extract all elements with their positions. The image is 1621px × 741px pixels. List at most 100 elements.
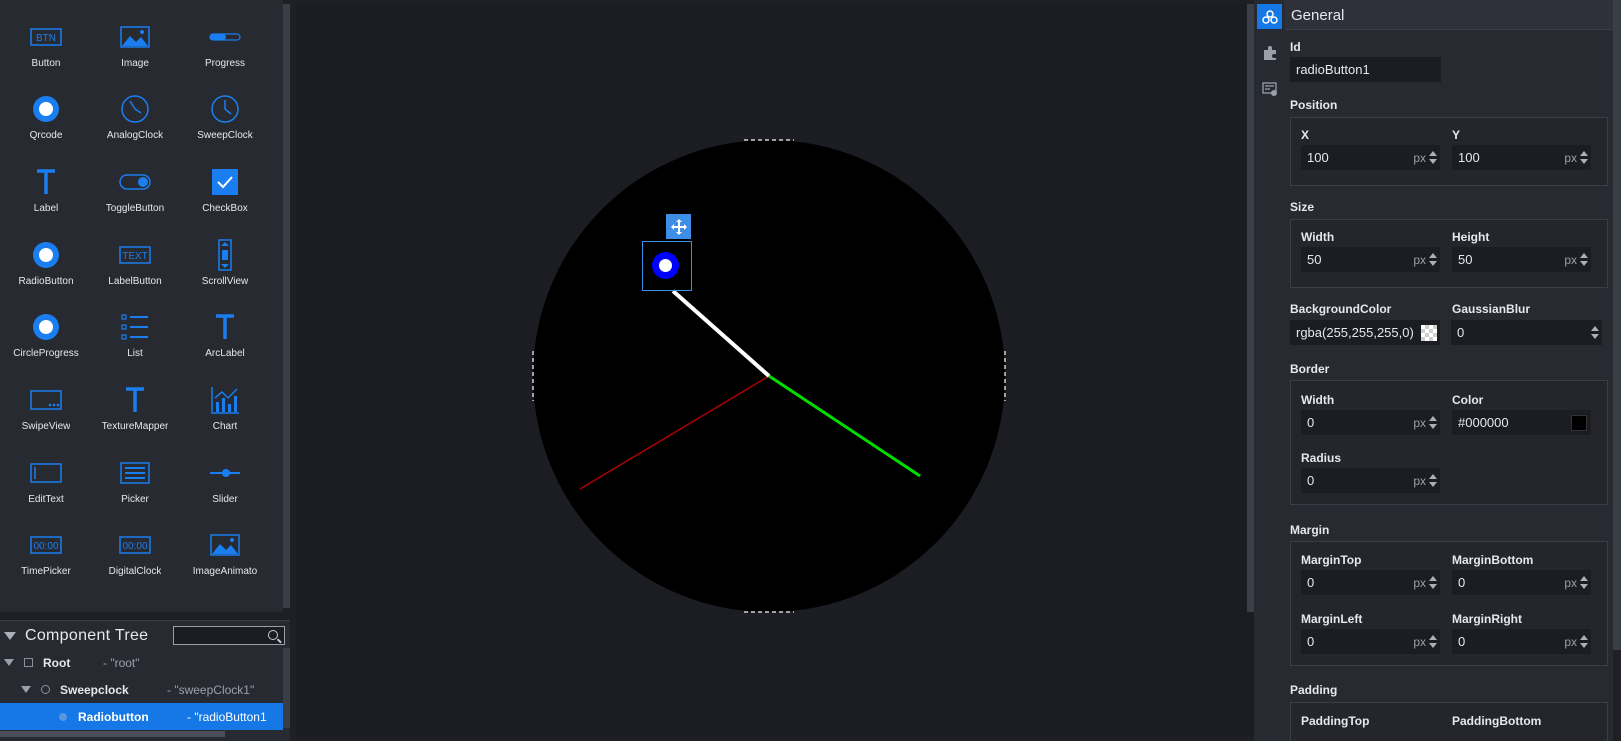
clock-node-icon [41,685,50,694]
palette-item-sweepclock[interactable]: SweepClock [179,72,271,147]
tree-node-root[interactable]: Root - "root" [0,649,283,676]
tab-general[interactable] [1257,4,1282,29]
search-icon[interactable] [268,630,278,640]
expand-caret-icon[interactable] [4,659,14,666]
px-unit: px [1564,151,1577,165]
palette-item-digitalclock[interactable]: 00:00 DigitalClock [89,508,181,583]
palette-grid: BTN Button Image Progress Qrcode AnalogC… [0,0,276,612]
palette-item-labelbutton[interactable]: TEXT LabelButton [89,218,181,293]
palette-item-edittext[interactable]: EditText [0,436,92,511]
palette-item-swipeview[interactable]: SwipeView [0,363,92,438]
palette-item-timepicker[interactable]: 00:00 TimePicker [0,508,92,583]
margin-right-spinner-icon[interactable] [1580,634,1588,649]
border-color-swatch[interactable] [1571,415,1587,431]
margin-top-label: MarginTop [1301,553,1362,567]
px-unit: px [1564,253,1577,267]
margin-bottom-input[interactable]: 0 px [1452,570,1591,595]
radius-label: Radius [1301,451,1342,465]
arc-label-icon [208,310,242,344]
margin-right-value: 0 [1458,634,1466,649]
tree-node-sweepclock[interactable]: Sweepclock - "sweepClock1" [0,676,283,703]
margin-top-spinner-icon[interactable] [1429,575,1437,590]
height-spinner-icon[interactable] [1580,252,1588,267]
height-input[interactable]: 50 px [1452,247,1591,272]
tree-vertical-scrollbar[interactable] [283,648,290,728]
tree-horizontal-scrollbar[interactable] [0,731,225,737]
label-button-icon: TEXT [118,238,152,272]
margin-bottom-label: MarginBottom [1452,553,1534,567]
palette-item-radiobutton[interactable]: RadioButton [0,218,92,293]
id-input[interactable]: radioButton1 [1290,57,1441,82]
palette-item-slider[interactable]: Slider [179,436,271,511]
tab-extensions[interactable] [1257,40,1282,65]
border-group: Width 0 px Color #000000 Radius 0 px [1290,380,1608,505]
y-input[interactable]: 100 px [1452,145,1591,170]
radio-node-icon [59,712,67,721]
px-unit: px [1413,151,1426,165]
palette-item-list[interactable]: List [89,290,181,365]
height-label: Height [1452,230,1490,244]
palette-item-scrollview[interactable]: ScrollView [179,218,271,293]
palette-item-texturemapper[interactable]: TextureMapper [89,363,181,438]
margin-label: Margin [1290,523,1330,537]
move-handle-icon[interactable] [666,214,691,239]
palette-item-label: Progress [204,58,245,69]
margin-left-input[interactable]: 0 px [1301,629,1440,654]
margin-bottom-spinner-icon[interactable] [1580,575,1588,590]
canvas-scrollbar[interactable] [1247,4,1254,612]
button-icon-glyph: BTN [36,33,56,44]
tree-node-radiobutton[interactable]: Radiobutton - "radioButton1 [0,703,283,730]
y-spinner-icon[interactable] [1580,150,1588,165]
properties-panel: General Id radioButton1 Position X 100 p… [1285,0,1613,741]
digital-clock-icon: 00:00 [118,528,152,562]
design-canvas[interactable] [296,4,1253,737]
palette-item-imageanimator[interactable]: ImageAnimato [179,508,271,583]
tree-search-input[interactable] [173,626,285,645]
x-spinner-icon[interactable] [1429,150,1437,165]
palette-item-label: CheckBox [202,203,248,214]
collapse-triangle-icon[interactable] [4,632,16,640]
palette-item-togglebutton[interactable]: ToggleButton [89,145,181,220]
border-width-spinner-icon[interactable] [1429,415,1437,430]
margin-left-spinner-icon[interactable] [1429,634,1437,649]
palette-item-image[interactable]: Image [89,0,181,75]
palette-scrollbar[interactable] [283,4,290,608]
x-input[interactable]: 100 px [1301,145,1440,170]
gaussian-blur-spinner-icon[interactable] [1591,325,1599,340]
palette-item-label: Picker [121,494,149,505]
properties-scrollbar[interactable] [1613,0,1621,650]
palette-item-analogclock[interactable]: AnalogClock [89,72,181,147]
width-input[interactable]: 50 px [1301,247,1440,272]
palette-item-progress[interactable]: Progress [179,0,271,75]
border-width-input[interactable]: 0 px [1301,410,1440,435]
checkbox-icon [208,165,242,199]
palette-item-button[interactable]: BTN Button [0,0,92,75]
position-label: Position [1290,98,1338,112]
palette-item-circleprogress[interactable]: CircleProgress [0,290,92,365]
palette-item-qrcode[interactable]: Qrcode [0,72,92,147]
expand-caret-icon[interactable] [21,686,31,693]
properties-title: General [1291,7,1345,24]
palette-item-label[interactable]: Label [0,145,92,220]
border-color-value: #000000 [1458,415,1509,430]
margin-right-input[interactable]: 0 px [1452,629,1591,654]
tab-events[interactable] [1257,76,1282,101]
chart-icon [208,383,242,417]
background-color-swatch[interactable] [1421,325,1437,341]
radius-input[interactable]: 0 px [1301,468,1440,493]
palette-item-checkbox[interactable]: CheckBox [179,145,271,220]
gaussian-blur-input[interactable]: 0 [1451,320,1602,345]
background-color-input[interactable]: rgba(255,255,255,0) [1290,320,1440,345]
width-spinner-icon[interactable] [1429,252,1437,267]
sweep-clock-widget[interactable] [296,4,1253,737]
canvas-radio-button[interactable] [652,252,679,279]
palette-item-chart[interactable]: Chart [179,363,271,438]
margin-top-input[interactable]: 0 px [1301,570,1440,595]
border-color-input[interactable]: #000000 [1452,410,1591,435]
palette-item-arclabel[interactable]: ArcLabel [179,290,271,365]
palette-item-label: SweepClock [197,130,253,141]
palette-item-picker[interactable]: Picker [89,436,181,511]
px-unit: px [1564,635,1577,649]
radius-spinner-icon[interactable] [1429,473,1437,488]
palette-item-label: AnalogClock [106,130,164,141]
